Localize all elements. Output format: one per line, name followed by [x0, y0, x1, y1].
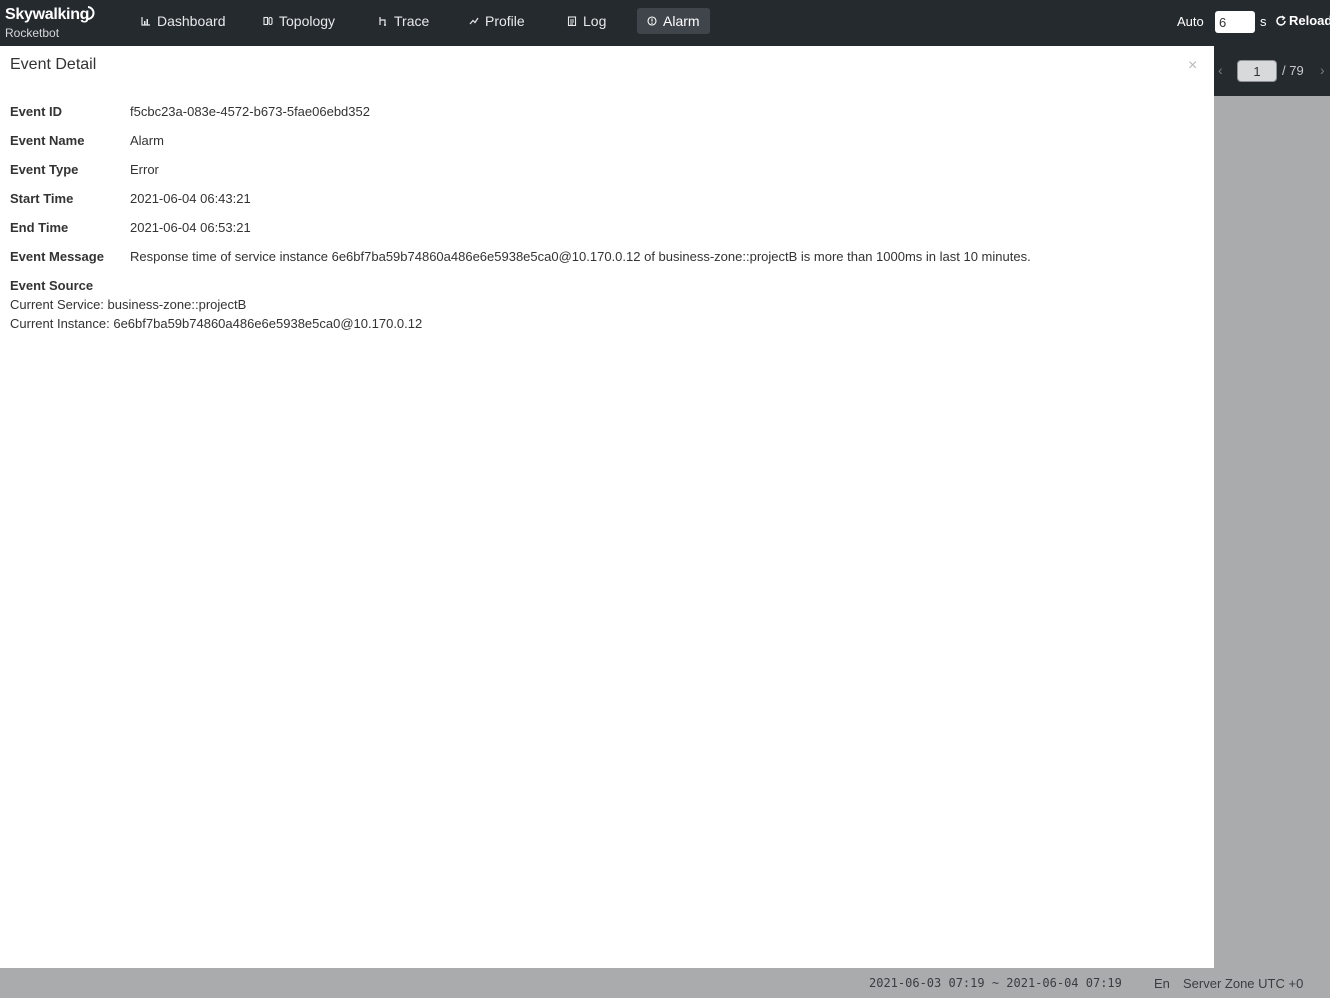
nav-log[interactable]: Log	[557, 8, 616, 34]
current-instance-value: 6e6bf7ba59b74860a486e6e5938e5ca0@10.170.…	[113, 316, 423, 331]
trace-icon	[379, 17, 386, 26]
reload-button[interactable]: Reload	[1275, 13, 1330, 28]
reload-icon	[1276, 14, 1286, 26]
reload-label: Reload	[1289, 13, 1330, 28]
nav-profile-label: Profile	[485, 13, 525, 29]
alarm-icon	[647, 16, 657, 26]
skywalking-logo[interactable]: Skywalking Rocketbot	[5, 6, 105, 42]
pager-prev-icon[interactable]: ‹	[1218, 62, 1223, 78]
field-value: Error	[130, 162, 159, 177]
nav-alarm-label: Alarm	[663, 13, 700, 29]
top-nav-bar: Skywalking Rocketbot Dashboard Topology …	[0, 0, 1330, 46]
nav-dashboard-label: Dashboard	[157, 13, 226, 29]
field-value: f5cbc23a-083e-4572-b673-5fae06ebd352	[130, 104, 370, 119]
server-zone: Server Zone UTC +0	[1183, 976, 1304, 991]
logo-subtitle: Rocketbot	[5, 26, 60, 40]
field-label: End Time	[10, 220, 69, 235]
current-instance-label: Current Instance:	[10, 316, 110, 331]
nav-profile[interactable]: Profile	[459, 8, 535, 34]
pager-page-input[interactable]	[1237, 60, 1277, 82]
auto-refresh-interval-input[interactable]	[1215, 11, 1255, 33]
nav-alarm[interactable]: Alarm	[637, 8, 710, 34]
field-value: 2021-06-04 06:53:21	[130, 220, 251, 235]
event-source-label: Event Source	[10, 278, 94, 293]
language-toggle[interactable]: En	[1154, 976, 1170, 991]
logo-text: Skywalking	[5, 6, 90, 23]
time-range[interactable]: 2021-06-03 07:19 ~ 2021-06-04 07:19	[869, 976, 1122, 990]
alarm-pager: ‹ / 79 ›	[1214, 46, 1330, 96]
field-label: Event ID	[10, 104, 63, 119]
footer-bar: 2021-06-03 07:19 ~ 2021-06-04 07:19 En S…	[0, 968, 1330, 998]
topology-icon	[263, 16, 273, 26]
field-value: Alarm	[130, 133, 164, 148]
logo-arc-icon	[86, 6, 95, 20]
field-value: Response time of service instance 6e6bf7…	[130, 249, 1031, 264]
current-service-line: Current Service: business-zone::projectB	[10, 297, 246, 312]
auto-refresh-label: Auto	[1177, 14, 1204, 29]
current-service-value: business-zone::projectB	[107, 297, 247, 312]
log-icon	[567, 16, 577, 26]
field-label: Event Type	[10, 162, 79, 177]
modal-title: Event Detail	[10, 56, 97, 73]
field-label: Event Name	[10, 133, 85, 148]
auto-refresh-unit: s	[1260, 14, 1267, 29]
event-detail-modal: Event Detail × Event ID f5cbc23a-083e-45…	[0, 46, 1214, 968]
nav-topology-label: Topology	[279, 13, 336, 29]
field-value: 2021-06-04 06:43:21	[130, 191, 251, 206]
nav-trace[interactable]: Trace	[368, 8, 439, 34]
current-service-label: Current Service:	[10, 297, 104, 312]
field-label: Start Time	[10, 191, 74, 206]
pager-total: / 79	[1282, 63, 1304, 78]
nav-log-label: Log	[583, 13, 607, 29]
nav-trace-label: Trace	[394, 13, 430, 29]
profile-icon	[469, 17, 479, 25]
bar-chart-icon	[141, 17, 150, 26]
nav-topology[interactable]: Topology	[253, 8, 345, 34]
field-label: Event Message	[10, 249, 104, 264]
nav-dashboard[interactable]: Dashboard	[131, 8, 236, 34]
close-icon[interactable]: ×	[1188, 57, 1197, 75]
pager-next-icon[interactable]: ›	[1320, 62, 1325, 78]
current-instance-line: Current Instance: 6e6bf7ba59b74860a486e6…	[10, 316, 422, 331]
